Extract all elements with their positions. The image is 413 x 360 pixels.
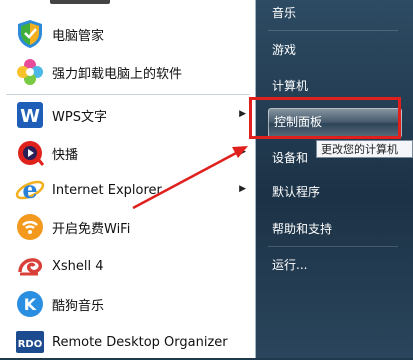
- arrow-head-icon: [232, 146, 248, 158]
- arrow-shaft: [132, 150, 239, 210]
- annotation-arrow: [132, 146, 248, 210]
